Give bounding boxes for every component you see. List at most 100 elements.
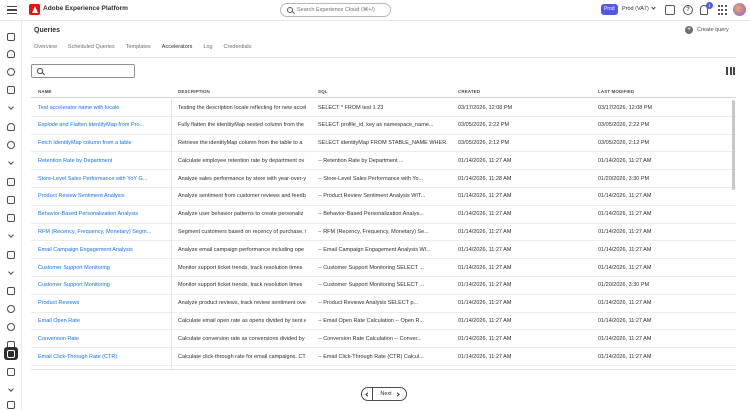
rail-chevron-icon[interactable] (5, 102, 17, 114)
table-row[interactable]: Product Review Sentiment Analysis Analyze… (31, 188, 736, 206)
table-row[interactable]: Conversion Rate Calculate conversion rate… (31, 330, 736, 349)
query-last-modified: 01/14/2026, 11:27 AM (598, 246, 652, 253)
table-row[interactable]: Email Open Rate Calculate email open rate… (31, 313, 736, 331)
rail-dataset-icon[interactable] (5, 194, 17, 206)
query-description: Calculate click-through rate for email c… (178, 353, 306, 360)
rail-destination-icon[interactable] (5, 176, 17, 188)
column-header-created[interactable]: CREATED (458, 89, 480, 94)
table-row[interactable]: Test accelerator name with locale Testing… (31, 99, 736, 117)
search-icon (37, 68, 43, 74)
help-icon[interactable]: ? (683, 5, 693, 15)
rail-location-icon[interactable] (5, 303, 17, 315)
user-avatar[interactable] (733, 3, 746, 16)
search-icon (287, 7, 293, 13)
query-name-link[interactable]: Customer Support Monitoring (38, 282, 163, 288)
tab-scheduled-queries[interactable]: Scheduled Queries (68, 44, 115, 56)
rail-chevron-icon[interactable] (5, 230, 17, 242)
rail-profile-icon[interactable] (5, 121, 17, 133)
query-name-link[interactable]: Retention Rate by Department (38, 158, 163, 164)
next-page-button[interactable]: Next (373, 391, 406, 397)
column-header-last-modified[interactable]: LAST MODIFIED (598, 89, 634, 94)
query-last-modified: 01/14/2026, 11:27 AM (598, 353, 652, 360)
query-name-link[interactable]: Email Campaign Engagement Analysis (38, 247, 163, 253)
create-query-button[interactable]: + Create query (685, 26, 729, 34)
rail-edit-icon[interactable] (5, 399, 17, 410)
query-description: Monitor support ticket trends, track res… (178, 282, 303, 289)
rail-source-icon[interactable] (5, 249, 17, 261)
query-name-link[interactable]: Explode and Flatten IdentityMap from Pro… (38, 122, 163, 128)
rail-queries-icon[interactable] (4, 347, 18, 360)
query-description: Testing the description locale reflectin… (178, 104, 306, 111)
query-description: Analyze sentiment from customer reviews … (178, 193, 306, 200)
table-row[interactable]: Behavior-Based Personalization Analysis A… (31, 206, 736, 224)
query-name-link[interactable]: RFM (Recency, Frequency, Monetary) Segm.… (38, 229, 163, 235)
filter-search-input[interactable] (46, 68, 127, 74)
query-sql: SELECT profile_id, key as namespace_name… (318, 122, 434, 129)
sandbox-name: Prod (VA7) (622, 6, 649, 12)
column-header-sql[interactable]: SQL (318, 89, 328, 94)
table-row[interactable]: Store-Level Sales Performance with YoY G… (31, 170, 736, 188)
column-header-name[interactable]: NAME (38, 89, 52, 94)
query-name-link[interactable]: Email Click-Through Rate (CTR) (38, 354, 163, 360)
sandbox-switcher[interactable]: Prod (VA7) (622, 5, 656, 12)
table-scrollbar[interactable] (732, 100, 735, 190)
rail-schema-icon[interactable] (5, 212, 17, 224)
notification-count-badge: 1 (706, 2, 713, 9)
rail-home-icon[interactable] (5, 31, 17, 43)
query-name-link[interactable]: Product Review Sentiment Analysis (38, 193, 163, 199)
query-name-link[interactable]: Email Open Rate (38, 318, 163, 324)
tab-log[interactable]: Log (203, 44, 212, 56)
query-name-link[interactable]: Store-Level Sales Performance with YoY G… (38, 176, 163, 182)
rail-person-icon[interactable] (5, 48, 17, 60)
app-switcher-icon[interactable] (718, 5, 728, 15)
rail-workflow-icon[interactable] (5, 285, 17, 297)
column-header-description[interactable]: DESCRIPTION (178, 89, 210, 94)
query-created: 01/14/2026, 11:27 AM (458, 157, 512, 164)
column-settings-icon[interactable] (726, 67, 735, 75)
rail-audience-icon[interactable] (5, 139, 17, 151)
query-created: 01/14/2026, 11:27 AM (458, 318, 512, 325)
add-icon: + (685, 26, 693, 34)
query-sql: SELECT identityMap FROM STABLE_NAME WHER… (318, 140, 448, 147)
rail-chevron-icon[interactable] (5, 157, 17, 169)
rail-database-icon[interactable] (5, 321, 17, 333)
rail-monitor-icon[interactable] (5, 366, 17, 378)
rail-segments-icon[interactable] (5, 66, 17, 78)
table-row[interactable]: Email Campaign Engagement Analysis Analyz… (31, 241, 736, 260)
query-name-link[interactable]: Behavior-Based Personalization Analysis (38, 211, 163, 217)
query-sql: -- Email Campaign Engagement Analysis WI… (318, 246, 431, 253)
rail-chevron-icon[interactable] (5, 267, 17, 279)
previous-page-button[interactable] (362, 388, 373, 400)
query-description: Calculate conversion rate as conversions… (178, 335, 305, 342)
app-title[interactable]: Adobe Experience Platform (43, 5, 128, 12)
query-created: 01/14/2026, 11:27 AM (458, 246, 512, 253)
query-name-link[interactable]: Customer Support Monitoring (38, 265, 163, 271)
table-row[interactable]: RFM (Recency, Frequency, Monetary) Segm.… (31, 224, 736, 242)
tab-overview[interactable]: Overview (34, 44, 57, 56)
query-last-modified: 01/20/2026, 3:30 PM (598, 175, 650, 182)
table-row[interactable]: Retention Rate by Department Calculate em… (31, 152, 736, 171)
tab-accelerators[interactable]: Accelerators (161, 44, 192, 58)
tab-templates[interactable]: Templates (126, 44, 151, 56)
table-row[interactable]: Product Reviews Analyze product reviews, … (31, 295, 736, 313)
query-last-modified: 01/14/2026, 11:27 AM (598, 229, 652, 236)
query-name-link[interactable]: Fetch IdentityMap column from a table (38, 140, 163, 146)
table-row[interactable]: Fetch IdentityMap column from a table Ret… (31, 135, 736, 153)
filter-search-field[interactable] (31, 64, 135, 78)
adobe-logo-icon[interactable] (29, 4, 40, 15)
query-name-link[interactable]: Product Reviews (38, 300, 163, 306)
feedback-icon[interactable] (665, 5, 675, 15)
query-name-link[interactable]: Test accelerator name with locale (38, 105, 163, 111)
table-row[interactable]: Explode and Flatten IdentityMap from Pro… (31, 117, 736, 135)
rail-identity-icon[interactable] (5, 84, 17, 96)
table-row[interactable]: Customer Support Monitoring Monitor suppo… (31, 259, 736, 277)
hamburger-menu-icon[interactable] (6, 4, 18, 16)
table-row[interactable]: Email Click-Through Rate (CTR) Calculate … (31, 348, 736, 366)
query-created: 01/14/2026, 11:27 AM (458, 193, 512, 200)
global-search-input[interactable]: Search Experience Cloud (⌘+/) (280, 3, 391, 17)
tab-credentials[interactable]: Credentials (224, 44, 252, 56)
rail-chevron-icon[interactable] (5, 384, 17, 396)
query-name-link[interactable]: Conversion Rate (38, 336, 163, 342)
environment-badge[interactable]: Prod (601, 4, 618, 15)
table-row[interactable]: Customer Support Monitoring Monitor suppo… (31, 277, 736, 295)
